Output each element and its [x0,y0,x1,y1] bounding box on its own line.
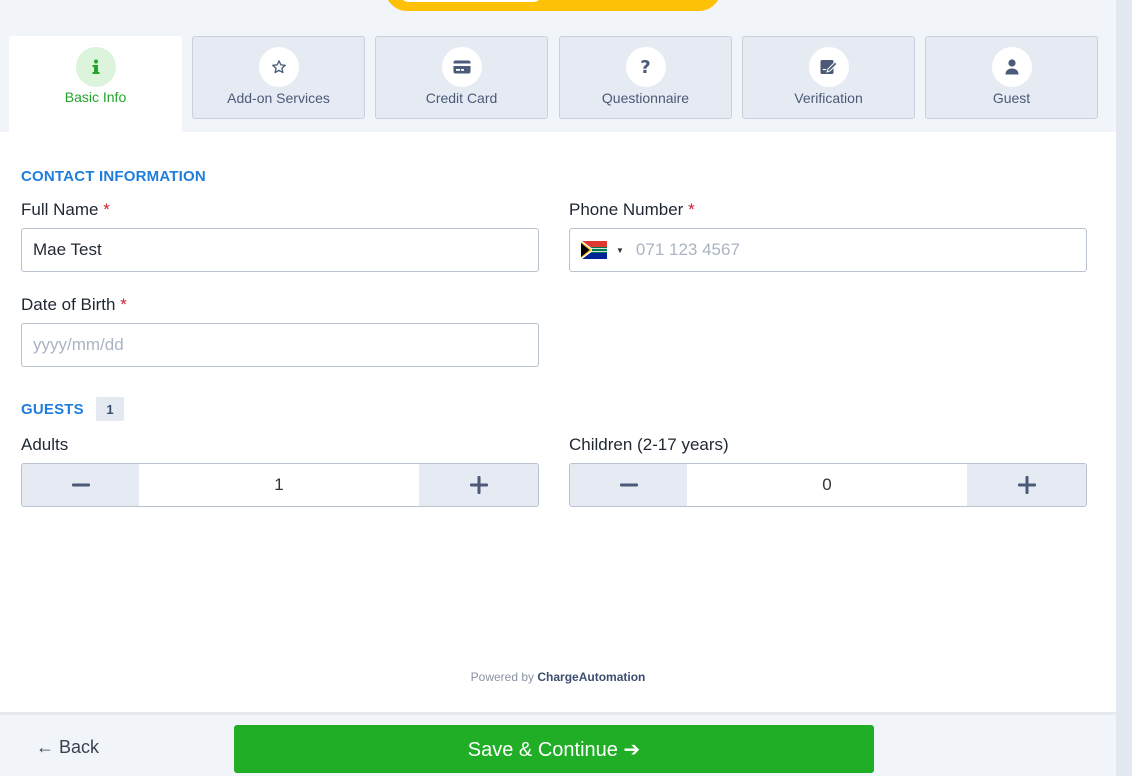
children-increment-button[interactable] [967,464,1086,506]
children-stepper: 0 [569,463,1087,507]
minus-icon [619,483,638,487]
credit-card-icon [441,47,482,87]
chevron-down-icon: ▼ [616,245,624,255]
guests-title: GUESTS [21,401,84,418]
tab-verification[interactable]: Verification [742,36,915,119]
tab-guest[interactable]: Guest [925,36,1098,119]
tab-label: Basic Info [64,89,127,105]
tab-label: Credit Card [425,90,498,106]
minus-icon [71,483,90,487]
page: Basic Info Add-on Services Credit Card ?… [0,0,1116,776]
adults-decrement-button[interactable] [22,464,139,506]
children-label: Children (2-17 years) [569,435,729,454]
country-selector[interactable]: ▼ [581,229,624,271]
tab-add-on-services[interactable]: Add-on Services [192,36,365,119]
full-name-value: Mae Test [33,240,102,259]
date-of-birth-label: Date of Birth * [21,295,127,315]
tab-label: Verification [794,90,863,106]
full-name-label-text: Full Name [21,200,99,219]
adults-label: Adults [21,435,69,454]
star-icon [258,47,299,87]
back-button[interactable]: ← Back [36,737,99,758]
date-of-birth-placeholder: yyyy/mm/dd [33,335,124,354]
top-progress-pill [385,0,721,11]
full-name-input[interactable]: Mae Test [21,228,539,272]
tab-label: Guest [992,90,1031,106]
south-africa-flag-icon [581,241,607,259]
adults-stepper: 1 [21,463,539,507]
footer-bar: ← Back Save & Continue ➔ [0,712,1116,776]
signature-icon [808,47,849,87]
user-icon [991,47,1032,87]
question-icon: ? [625,47,666,87]
powered-by-brand-link[interactable]: ChargeAutomation [537,670,645,684]
plus-icon [469,476,488,494]
phone-number-label-text: Phone Number [569,200,684,219]
scrollbar-track[interactable] [1116,0,1132,776]
powered-by: Powered by ChargeAutomation [0,670,1116,684]
contact-information-title: CONTACT INFORMATION [21,168,206,185]
date-of-birth-input[interactable]: yyyy/mm/dd [21,323,539,367]
required-asterisk: * [688,200,695,219]
save-continue-button[interactable]: Save & Continue ➔ [234,725,874,773]
phone-number-label: Phone Number * [569,200,695,220]
full-name-label: Full Name * [21,200,110,220]
adults-increment-button[interactable] [419,464,538,506]
tab-credit-card[interactable]: Credit Card [375,36,548,119]
phone-number-input[interactable]: ▼ 071 123 4567 [569,228,1087,272]
guests-count-badge: 1 [96,397,124,421]
step-tabs: Basic Info Add-on Services Credit Card ?… [9,36,1098,132]
date-of-birth-label-text: Date of Birth [21,295,116,314]
tab-questionnaire[interactable]: ? Questionnaire [559,36,732,119]
tab-label: Questionnaire [601,90,690,106]
phone-number-placeholder: 071 123 4567 [635,240,740,259]
powered-by-prefix: Powered by [470,670,535,684]
tab-label: Add-on Services [227,90,330,106]
tab-basic-info[interactable]: Basic Info [9,36,182,132]
form-panel: CONTACT INFORMATION Full Name * Mae Test… [0,132,1116,712]
children-value[interactable]: 0 [687,464,967,506]
top-progress-fill [399,0,543,2]
adults-value[interactable]: 1 [139,464,419,506]
required-asterisk: * [120,295,127,314]
children-decrement-button[interactable] [570,464,687,506]
required-asterisk: * [103,200,110,219]
plus-icon [1017,476,1036,494]
info-icon [75,47,116,87]
